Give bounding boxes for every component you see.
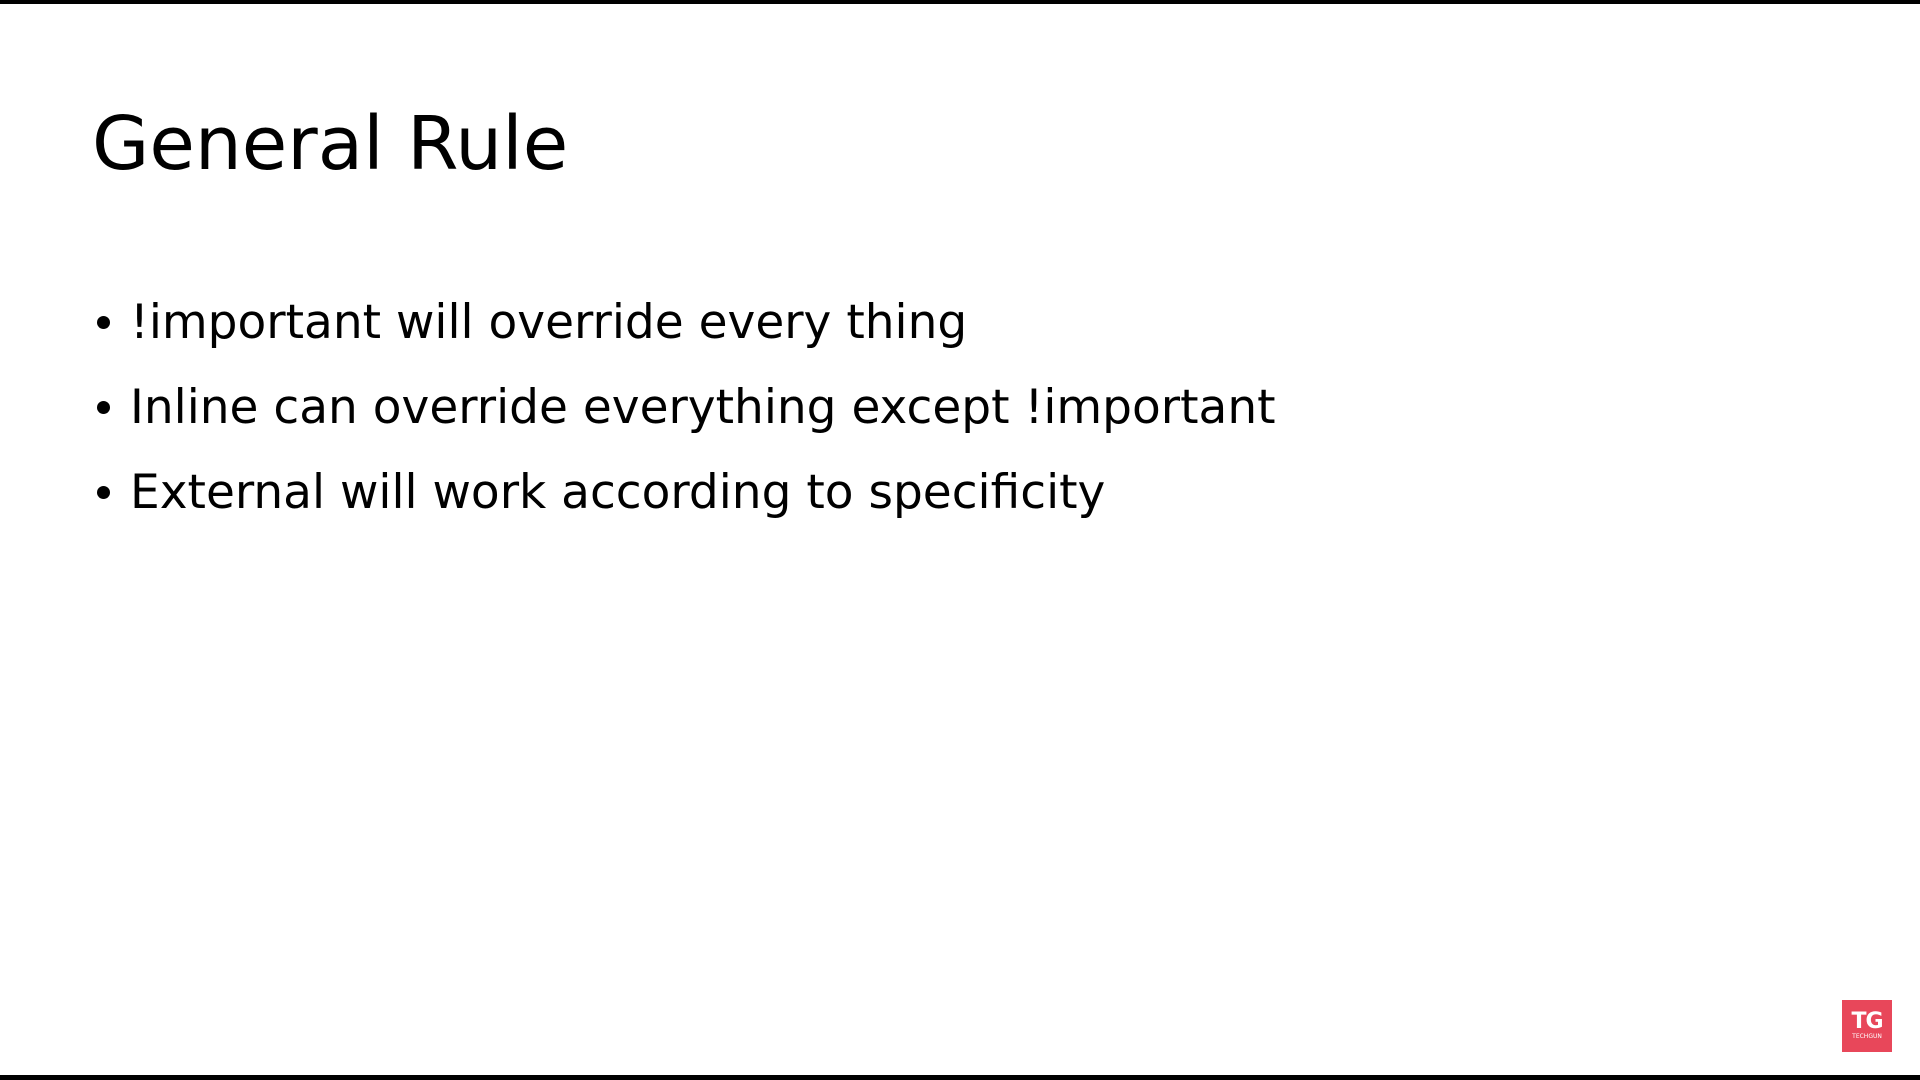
slide-title: General Rule [92,101,569,187]
bullet-list: !important will override every thing Inl… [92,280,1276,535]
bullet-text: !important will override every thing [130,295,968,350]
video-frame: General Rule !important will override ev… [0,0,1920,1080]
bullet-item: !important will override every thing [92,280,1276,365]
bullet-text: External will work according to specific… [130,465,1106,520]
presentation-slide: General Rule !important will override ev… [0,4,1920,1075]
logo-mark: TG [1851,1009,1883,1034]
bullet-item: External will work according to specific… [92,450,1276,535]
bullet-icon [97,316,110,329]
logo-subtext: TECHGUN [1852,1033,1882,1040]
bullet-icon [97,486,110,499]
bullet-text: Inline can override everything except !i… [130,380,1276,435]
bullet-item: Inline can override everything except !i… [92,365,1276,450]
channel-logo: TG TECHGUN [1842,1000,1892,1052]
bullet-icon [97,401,110,414]
